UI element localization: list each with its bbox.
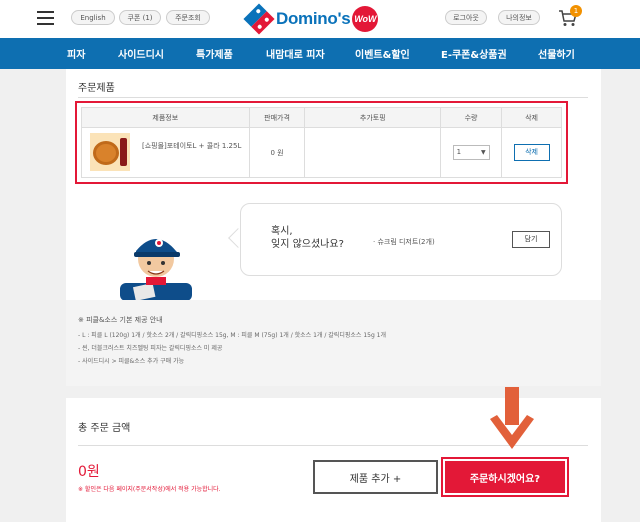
column-header: 수량 [440,107,503,128]
order-panel: 주문제품 제품정보 판매가격 추가토핑 수량 삭제 [쇼핑몰]포테이토L + 콜… [66,69,601,386]
wow-badge: WoW [352,6,379,32]
language-button[interactable]: English [71,10,115,25]
add-product-button[interactable]: 제품 추가 + [313,460,438,494]
nav-item-ecoupon[interactable]: E-쿠폰&상품권 [441,38,507,69]
suggestion-question: 혹시, 잊지 않으셨나요? [271,226,344,250]
nav-item-events[interactable]: 이벤트&할인 [355,38,410,69]
total-amount: 0원 [78,464,100,480]
suggestion-bubble: 혹시, 잊지 않으셨나요? · 슈크림 디저트(2개) 담기 [240,203,562,276]
column-header: 판매가격 [248,107,306,128]
product-info-cell: [쇼핑몰]포테이토L + 콜라 1.25L [81,127,250,178]
add-to-cart-button[interactable]: 담기 [512,231,550,248]
notice-box: ※ 피클&소스 기본 제공 안내 - L : 피클 L (120g) 1개 / … [66,300,601,386]
product-topping [304,127,442,178]
nav-item-pizza[interactable]: 피자 [67,38,85,69]
place-order-button[interactable]: 주문하시겠어요? [445,461,565,493]
notice-line: - 사이드디시 > 피클&소스 추가 구매 가능 [78,358,185,365]
total-title: 총 주문 금액 [78,423,131,434]
order-table-highlight: 제품정보 판매가격 추가토핑 수량 삭제 [쇼핑몰]포테이토L + 콜라 1.2… [75,101,568,184]
divider [78,97,588,98]
delete-cell: 삭제 [501,127,562,178]
quantity-value: 1 [456,148,462,156]
dominos-logo[interactable]: Domino's WoW [243,3,379,35]
domino-tile-icon [243,3,275,35]
delete-button[interactable]: 삭제 [513,144,550,161]
nav-item-side-dish[interactable]: 사이드디시 [118,38,164,69]
product-name: [쇼핑몰]포테이토L + 콜라 1.25L [142,142,242,150]
pizza-icon [93,141,119,165]
arrow-down-icon [490,387,534,449]
suggestion-item: · 슈크림 디저트(2개) [373,238,435,246]
coupon-button[interactable]: 쿠폰 (1) [119,10,161,25]
quantity-select[interactable]: 1 ▼ [452,145,490,160]
table-row: [쇼핑몰]포테이토L + 콜라 1.25L 0 원 1 ▼ 삭제 [81,127,562,178]
site-header: English 쿠폰 (1) 주문조회 Domino's WoW 로그아웃 나의… [0,0,640,38]
mascot-illustration [120,239,192,301]
chevron-down-icon: ▼ [480,149,486,156]
notice-line: - 씬, 더블크러스트 치즈멜팅 피자는 갈릭디핑소스 미 제공 [78,345,223,352]
notice-line: - L : 피클 L (120g) 1개 / 핫소스 2개 / 갈릭디핑소스 1… [78,332,387,339]
notice-title: ※ 피클&소스 기본 제공 안내 [78,316,163,324]
product-image [90,133,130,171]
column-header: 삭제 [501,107,562,128]
discount-note: ※ 할인은 다음 페이지(주문서작성)에서 적용 가능합니다. [78,486,221,493]
order-table: 제품정보 판매가격 추가토핑 수량 삭제 [쇼핑몰]포테이토L + 콜라 1.2… [81,107,562,178]
main-nav: 피자 사이드디시 특가제품 내맘대로 피자 이벤트&할인 E-쿠폰&상품권 선물… [0,38,640,69]
nav-item-special[interactable]: 특가제품 [196,38,233,69]
cart-count-badge: 1 [570,5,582,17]
cola-icon [120,138,127,166]
nav-item-gift[interactable]: 선물하기 [538,38,575,69]
quantity-cell: 1 ▼ [440,127,503,178]
column-header: 제품정보 [81,107,250,128]
logout-button[interactable]: 로그아웃 [445,10,487,25]
logo-text: Domino's [276,9,351,28]
my-info-button[interactable]: 나의정보 [498,10,540,25]
menu-icon[interactable] [37,11,54,25]
column-header: 추가토핑 [304,107,442,128]
product-price: 0 원 [248,127,306,178]
order-lookup-button[interactable]: 주문조회 [166,10,210,25]
nav-item-custom-pizza[interactable]: 내맘대로 피자 [266,38,325,69]
section-title: 주문제품 [78,83,115,94]
